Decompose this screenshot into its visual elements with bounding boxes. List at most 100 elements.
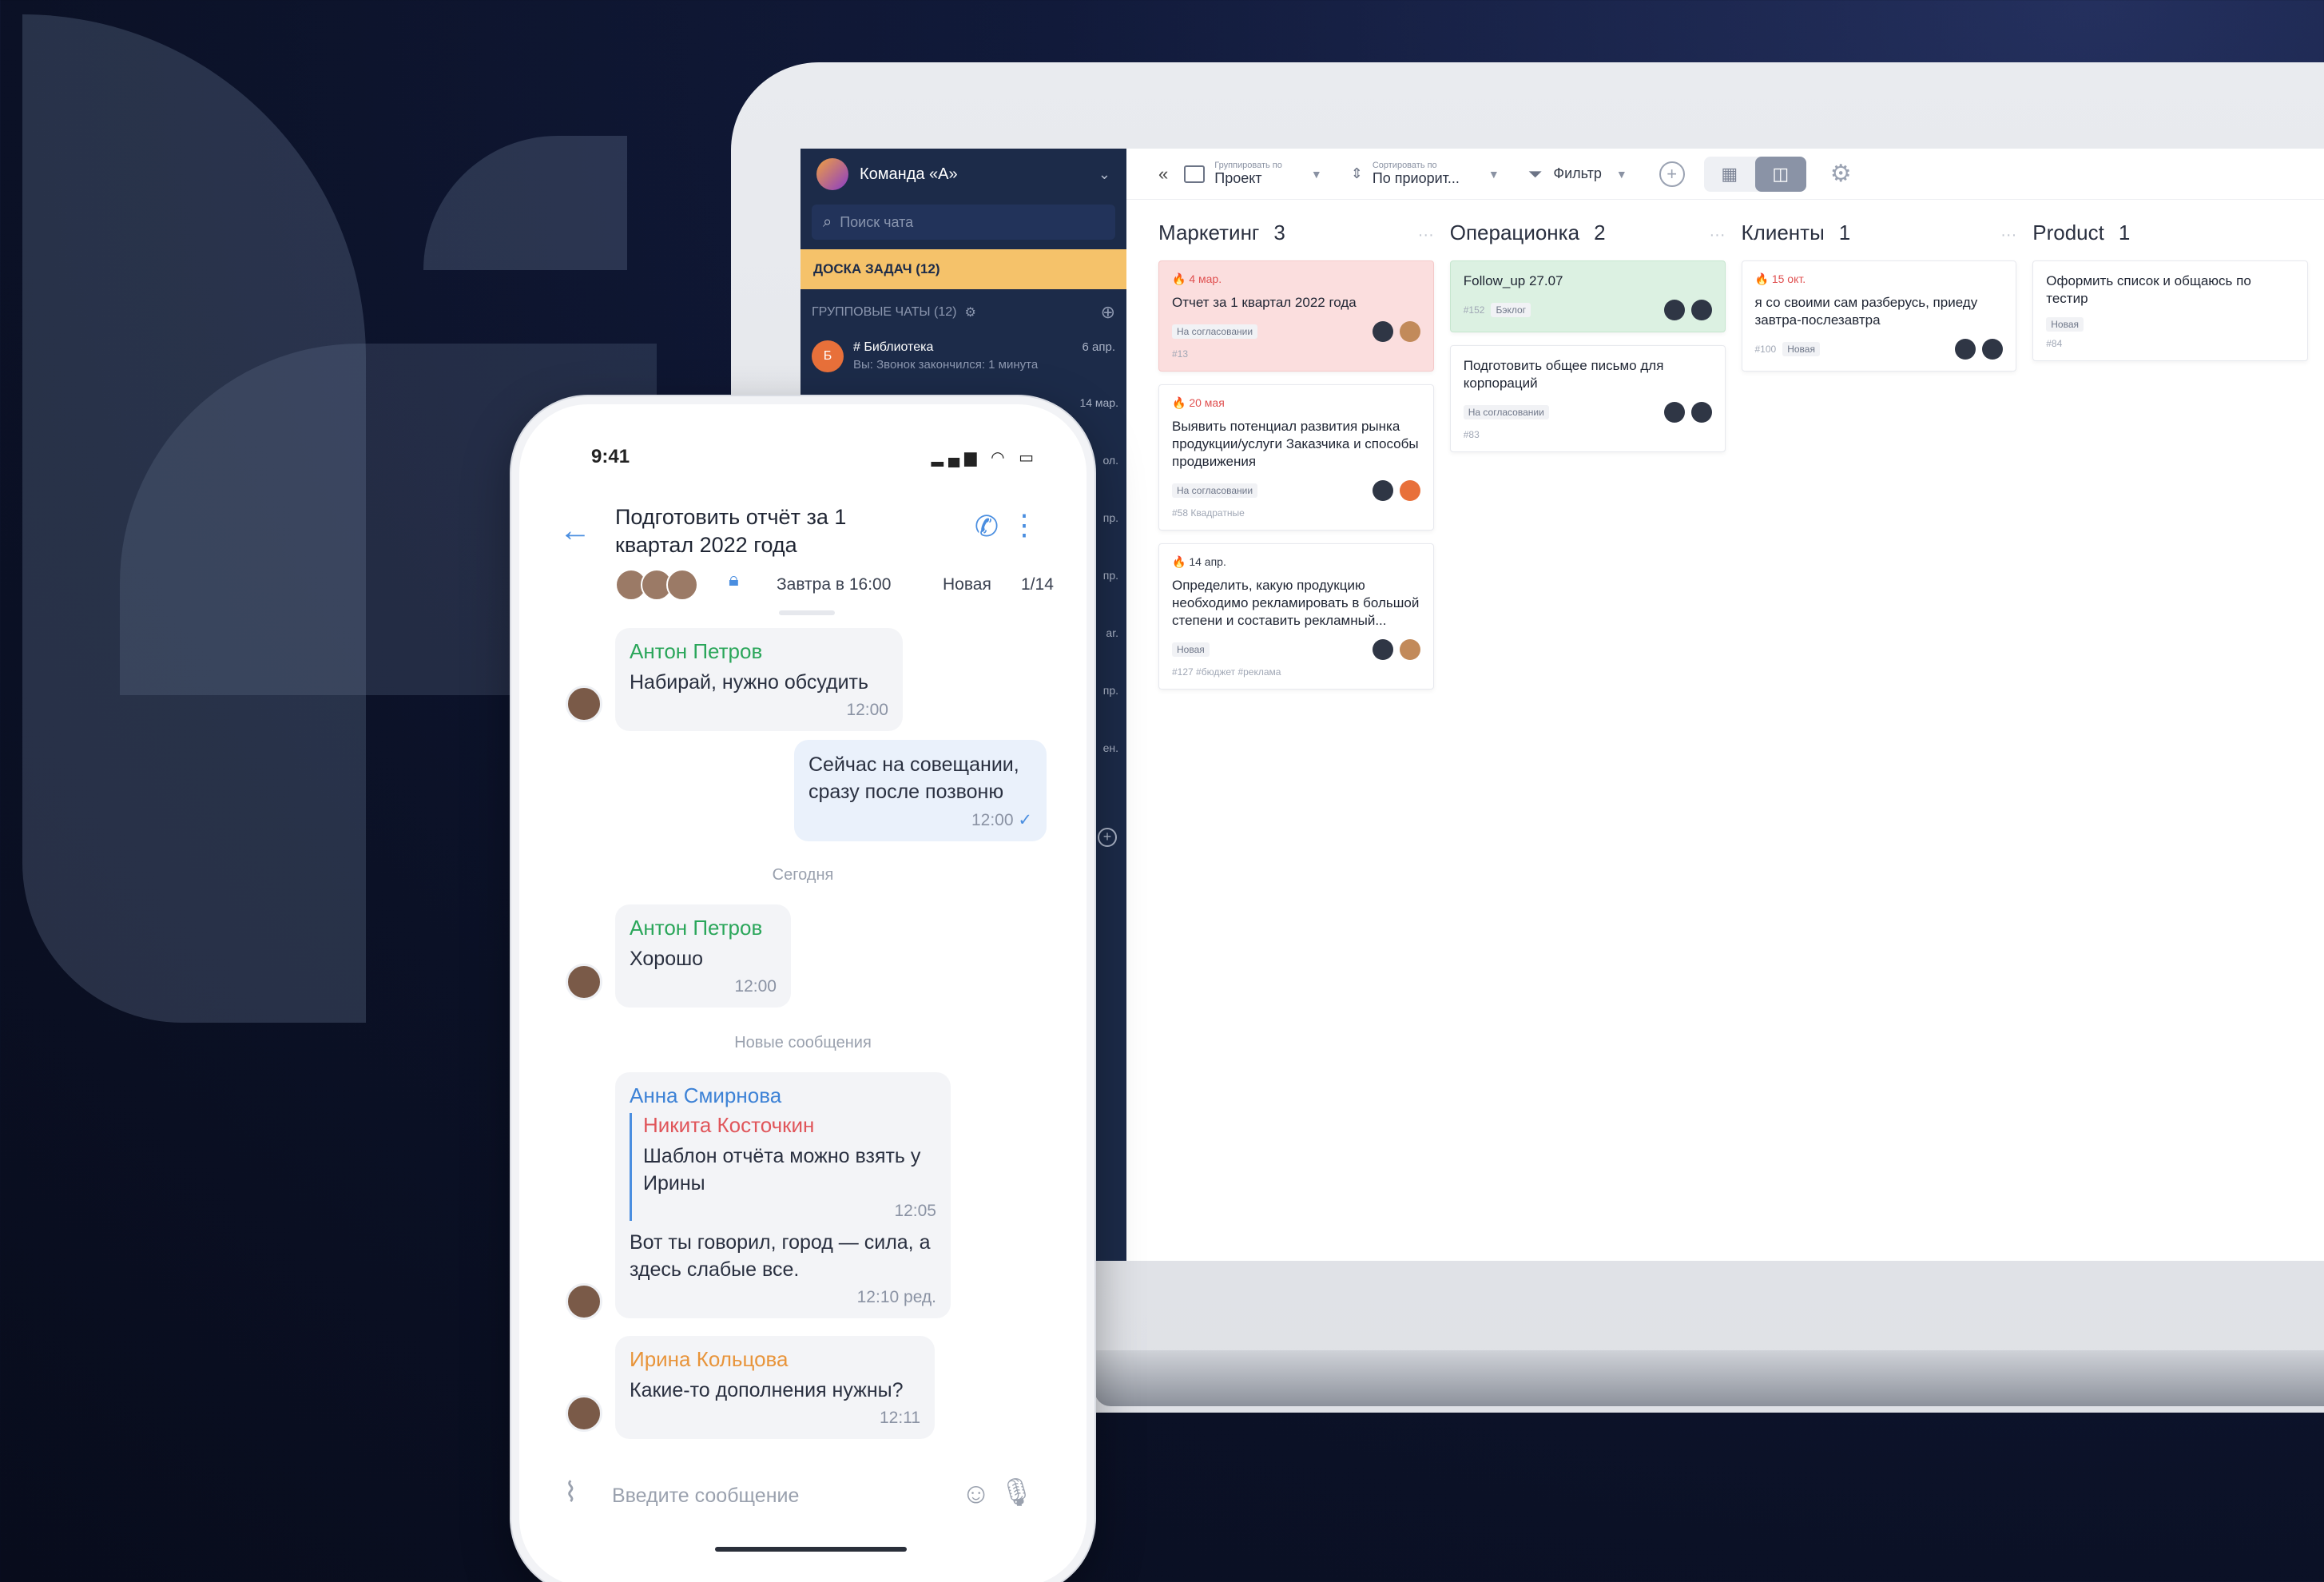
message-bubble-outgoing[interactable]: Сейчас на совещании, сразу после позвоню… [794, 740, 1047, 841]
chevron-down-icon[interactable]: ⌄ [1098, 166, 1110, 183]
card-title: Выявить потенциал развития рынка продукц… [1172, 419, 1419, 469]
sort-by-label: Сортировать по [1372, 161, 1437, 170]
message-time: 12:10 ред. [856, 1288, 936, 1306]
sort-by-select[interactable]: ⇕ Сортировать по По приорит... ▼ [1351, 161, 1500, 187]
search-icon: ⌕ [823, 213, 832, 231]
participants-avatars[interactable] [615, 569, 698, 601]
add-icon[interactable]: + [1098, 828, 1117, 847]
avatar [1955, 339, 1976, 360]
paperclip-icon[interactable]: ⌇ [564, 1477, 578, 1508]
avatar [1399, 480, 1420, 501]
grid-view-icon[interactable]: ▦ [1704, 157, 1755, 192]
card-title: Подготовить общее письмо для корпораций [1463, 358, 1664, 391]
emoji-icon[interactable]: ☺ [961, 1477, 991, 1510]
back-arrow-icon[interactable]: ← [559, 513, 591, 549]
task-card[interactable]: Follow_up 27.07 #152 Бэклог [1449, 260, 1726, 332]
message-bubble[interactable]: Ирина Кольцова Какие-то дополнения нужны… [615, 1336, 935, 1439]
message-composer: ⌇ Введите сообщение ☺ 🎙︎ [519, 1467, 1087, 1523]
message-bubble[interactable]: Антон Петров Набирай, нужно обсудить 12:… [615, 628, 903, 731]
column-clients: Клиенты 1 ··· 🔥 15 окт. я со своими сам … [1741, 221, 2017, 702]
status-time: 9:41 [591, 446, 630, 467]
microphone-icon[interactable]: 🎙︎ [999, 1477, 1034, 1508]
gear-icon[interactable]: ⚙ [964, 304, 975, 320]
avatar [1663, 300, 1685, 320]
chat-list-item[interactable]: Б # Библиотека 6 апр. Вы: Звонок закончи… [800, 336, 1126, 387]
card-status: Новая [2046, 317, 2084, 332]
avatar [566, 1395, 602, 1432]
quoted-message[interactable]: Никита Косточкин Шаблон отчёта можно взя… [630, 1113, 936, 1221]
card-title: Отчет за 1 квартал 2022 года [1172, 295, 1357, 310]
chevron-down-icon: ▼ [1310, 167, 1322, 181]
decorative-shape [423, 136, 627, 270]
task-title: Подготовить отчёт за 1 квартал 2022 года [615, 505, 847, 557]
avatar [1372, 639, 1393, 660]
chat-search-input[interactable]: ⌕ Поиск чата [812, 205, 1115, 240]
status-icons: ▂▄▆ ◠ ▭ [931, 449, 1039, 467]
message-bubble[interactable]: Антон Петров Хорошо 12:00 [615, 904, 791, 1008]
filter-button[interactable]: ⏷ Фильтр ▼ [1528, 164, 1627, 185]
task-card[interactable]: Оформить список и общаюсь по тестир Нова… [2032, 260, 2308, 361]
card-title: Определить, какую продукцию необходимо р… [1172, 578, 1420, 628]
message-time: 12:00 ✓ [971, 811, 1032, 829]
task-card[interactable]: 🔥 4 мар. Отчет за 1 квартал 2022 года На… [1158, 260, 1434, 372]
avatar [1690, 300, 1712, 320]
column-count: 2 [1594, 221, 1606, 244]
board-view-icon[interactable]: ◫ [1754, 156, 1806, 192]
team-name: Команда «А» [860, 165, 958, 183]
card-title: я со своими сам разберусь, приеду завтра… [1754, 295, 1978, 328]
card-status: На согласовании [1172, 324, 1258, 339]
add-chat-icon[interactable]: ⊕ [1101, 302, 1115, 323]
drag-handle[interactable] [779, 610, 835, 615]
more-vertical-icon[interactable]: ⋮ [1010, 508, 1039, 542]
message-time: 12:00 [846, 701, 888, 719]
read-check-icon: ✓ [1018, 811, 1032, 829]
chat-preview: Вы: Звонок закончился: 1 минута [853, 358, 1039, 372]
group-chats-header[interactable]: ГРУППОВЫЕ ЧАТЫ (12) ⚙ ⊕ [800, 289, 1126, 336]
group-chats-label: ГРУППОВЫЕ ЧАТЫ (12) [812, 305, 957, 319]
avatar [666, 569, 698, 601]
search-placeholder: Поиск чата [840, 213, 914, 230]
gear-icon[interactable]: ⚙ [1830, 160, 1852, 188]
message-bubble[interactable]: Анна Смирнова Никита Косточкин Шаблон от… [615, 1072, 951, 1318]
more-icon[interactable]: ··· [2000, 226, 2016, 244]
card-date: 🔥 4 мар. [1172, 272, 1222, 285]
team-selector[interactable]: Команда «А» ⌄ [800, 149, 1126, 200]
card-title: Оформить список и общаюсь по тестир [2046, 273, 2251, 306]
message-author: Ирина Кольцова [630, 1347, 789, 1371]
card-tag: #13 [1172, 348, 1189, 360]
task-card[interactable]: 🔥 14 апр. Определить, какую продукцию не… [1158, 543, 1434, 690]
card-status: Новая [1782, 342, 1820, 356]
message-author: Антон Петров [630, 916, 763, 940]
collapse-sidebar-icon[interactable]: « [1158, 164, 1168, 185]
card-date: 🔥 20 мая [1172, 396, 1225, 409]
column-count: 3 [1273, 221, 1285, 244]
card-status: Бэклог [1491, 303, 1531, 317]
quote-text: Шаблон отчёта можно взять у Ирины [643, 1145, 921, 1194]
add-task-button[interactable]: + [1659, 161, 1685, 187]
phone-icon[interactable]: ✆ [975, 510, 999, 543]
message-input[interactable]: Введите сообщение [612, 1485, 799, 1508]
task-card[interactable]: 🔥 20 мая Выявить потенциал развития рынк… [1158, 384, 1434, 531]
group-by-select[interactable]: Группировать по Проект ▼ [1184, 161, 1322, 187]
column-title: Product [2032, 221, 2104, 244]
task-card[interactable]: Подготовить общее письмо для корпораций … [1449, 345, 1726, 452]
avatar [1690, 402, 1712, 423]
card-title: Follow_up 27.07 [1463, 273, 1563, 288]
message-text: Сейчас на совещании, сразу после позвоню [808, 753, 1019, 803]
chevron-down-icon: ▼ [1615, 167, 1627, 181]
sidebar-item-task-board[interactable]: ДОСКА ЗАДАЧ (12) [800, 249, 1126, 289]
view-switcher: ▦ ◫ [1703, 156, 1806, 192]
task-card[interactable]: 🔥 15 окт. я со своими сам разберусь, при… [1741, 260, 2017, 372]
more-icon[interactable]: ··· [1418, 226, 1434, 244]
chat-header: ← Подготовить отчёт за 1 квартал 2022 го… [519, 492, 1087, 620]
card-tag: #58 Квадратные [1172, 507, 1245, 519]
message-time: 12:11 [880, 1409, 920, 1427]
column-count: 1 [2118, 221, 2131, 244]
card-status: На согласовании [1172, 483, 1258, 498]
filter-icon: ⏷ [1527, 163, 1543, 184]
column-product: Product 1 Оформить список и общаюсь по т… [2032, 221, 2308, 702]
column-title: Маркетинг [1158, 221, 1260, 244]
avatar [566, 964, 602, 1000]
more-icon[interactable]: ··· [1710, 226, 1726, 244]
card-status: Новая [1172, 642, 1210, 657]
